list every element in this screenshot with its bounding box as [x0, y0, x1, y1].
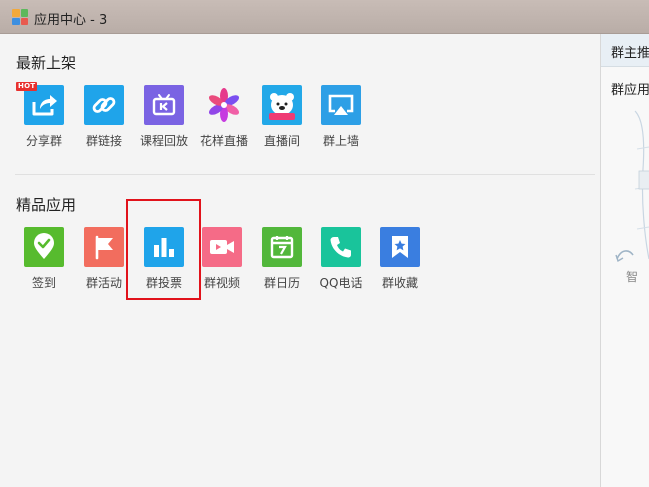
- phone-icon: [321, 227, 361, 267]
- flag-icon: [84, 227, 124, 267]
- app-center-main: 最新上架 HOT 分享群 群链接 课程回放 花样直播 直播间 群上墙 精品应用 …: [0, 34, 600, 487]
- hot-badge: HOT: [16, 82, 38, 91]
- tab-label: 群主推: [611, 46, 649, 61]
- right-panel-subtitle: 群应用: [611, 83, 649, 98]
- app-group-activity[interactable]: 群活动: [76, 227, 132, 291]
- illustration-image: [615, 110, 649, 263]
- window-titlebar[interactable]: 应用中心 - 3: [0, 0, 649, 34]
- app-label: 群上墙: [322, 134, 359, 148]
- app-label: 课程回放: [139, 134, 188, 148]
- app-course-replay[interactable]: 课程回放: [136, 85, 192, 149]
- location-check-icon: [24, 227, 64, 267]
- window-title: 应用中心 - 3: [34, 13, 108, 28]
- app-center-icon: [12, 9, 28, 25]
- app-qq-phone[interactable]: QQ电话: [313, 227, 369, 291]
- app-group-calendar[interactable]: 群日历: [254, 227, 310, 291]
- app-label: 群日历: [263, 276, 300, 290]
- app-label: QQ电话: [319, 276, 363, 290]
- tab-group-recommend[interactable]: 群主推: [601, 34, 649, 67]
- app-group-favorites[interactable]: 群收藏: [372, 227, 428, 291]
- app-group-link[interactable]: 群链接: [76, 85, 132, 149]
- calendar-icon: [262, 227, 302, 267]
- star-bookmark-icon: [380, 227, 420, 267]
- highlight-box: [126, 199, 201, 300]
- app-fancy-live[interactable]: 花样直播: [196, 85, 252, 149]
- app-label: 群视频: [203, 276, 240, 290]
- flower-icon: [204, 85, 244, 125]
- app-group-wall[interactable]: 群上墙: [313, 85, 369, 149]
- airplay-icon: [321, 85, 361, 125]
- share-icon: HOT: [16, 82, 64, 125]
- right-panel: 群主推 群应用 智: [600, 34, 649, 487]
- section-divider: [15, 174, 595, 175]
- section-title-latest: 最新上架: [16, 54, 77, 72]
- app-share-group[interactable]: HOT 分享群: [16, 82, 72, 149]
- bear-icon: [262, 85, 302, 125]
- app-label: 分享群: [25, 134, 62, 148]
- app-label: 直播间: [263, 134, 300, 148]
- app-label: 签到: [31, 276, 56, 290]
- app-group-video[interactable]: 群视频: [194, 227, 250, 291]
- tv-replay-icon: [144, 85, 184, 125]
- right-panel-caption: 智: [626, 270, 639, 284]
- link-icon: [84, 85, 124, 125]
- section-title-featured: 精品应用: [16, 196, 77, 214]
- app-label: 群收藏: [381, 276, 418, 290]
- app-live-room[interactable]: 直播间: [254, 85, 310, 149]
- video-camera-icon: [202, 227, 242, 267]
- app-label: 花样直播: [199, 134, 248, 148]
- app-label: 群活动: [85, 276, 122, 290]
- app-check-in[interactable]: 签到: [16, 227, 72, 291]
- app-label: 群链接: [85, 134, 122, 148]
